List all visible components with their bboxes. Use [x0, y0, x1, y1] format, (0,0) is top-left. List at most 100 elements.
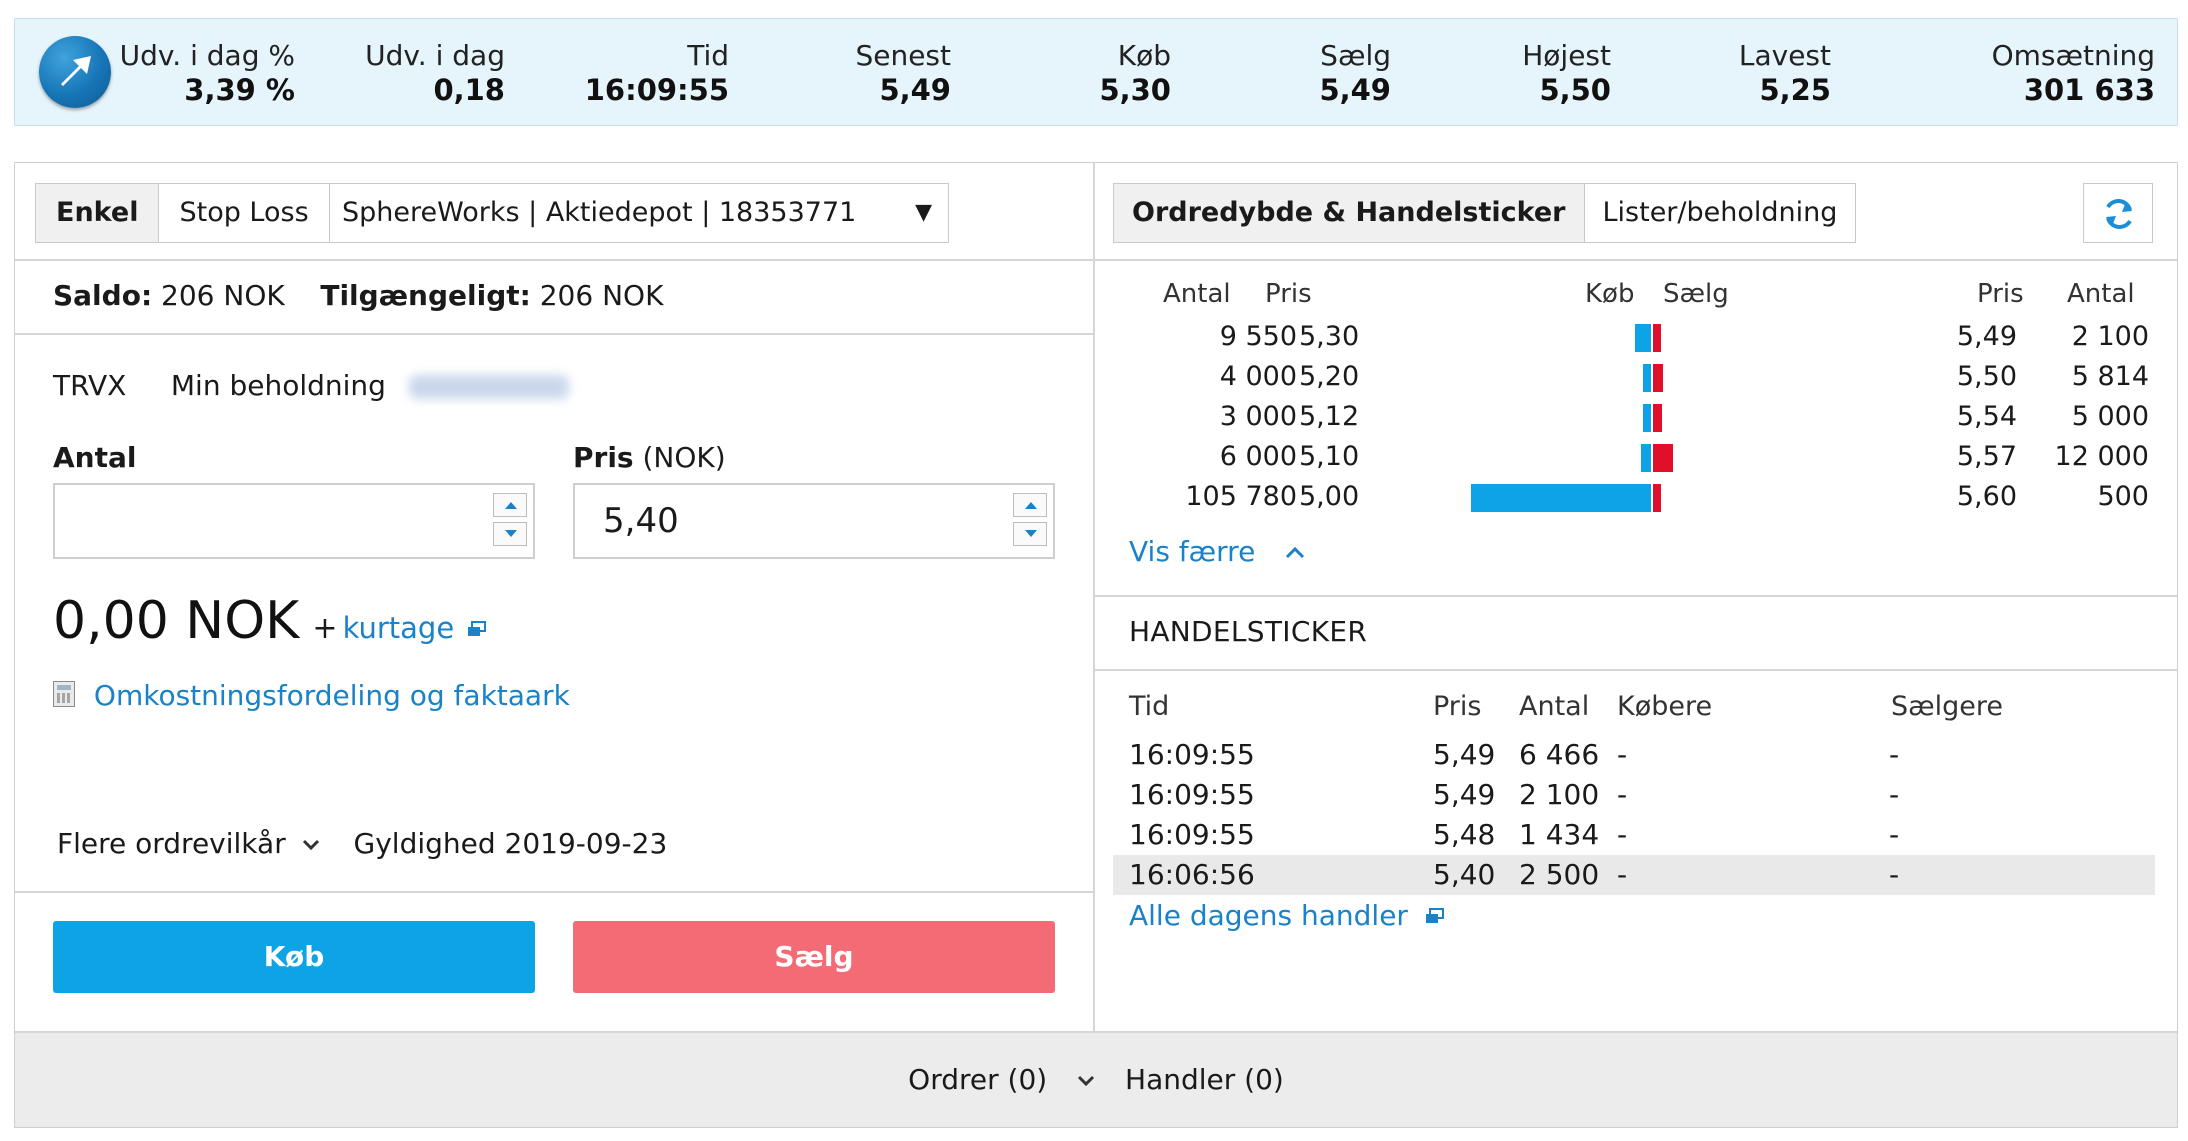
turnover-value: 301 633	[2023, 73, 2155, 107]
last-value: 5,49	[879, 73, 951, 107]
depth-ask-bar	[1653, 404, 1662, 432]
trade-cell-pris: 5,49	[1433, 738, 1496, 771]
caret-down-icon: ▼	[915, 200, 932, 225]
price-decrement-button[interactable]	[1013, 522, 1047, 546]
order-terms-line: Flere ordrevilkår Gyldighed 2019-09-23	[57, 827, 667, 860]
depth-ask-bar	[1653, 364, 1663, 392]
depth-bid-bar	[1635, 324, 1651, 352]
depth-bid-price: 5,20	[1299, 361, 1360, 392]
balance-label: Saldo:	[53, 279, 153, 312]
divider	[1095, 595, 2177, 597]
chevron-down-icon[interactable]	[295, 827, 321, 860]
show-less-link[interactable]: Vis færre	[1129, 535, 1255, 568]
quantity-increment-button[interactable]	[493, 493, 527, 517]
trade-cell-tid: 16:09:55	[1129, 778, 1255, 811]
ask-value: 5,49	[1319, 73, 1391, 107]
tab-lists-holdings[interactable]: Lister/beholdning	[1585, 184, 1856, 242]
time-value: 16:09:55	[584, 73, 729, 107]
cost-info-line: Omkostningsfordeling og faktaark	[53, 679, 570, 712]
depth-bid-price: 5,12	[1299, 401, 1360, 432]
price-input[interactable]: 5,40	[573, 483, 1055, 559]
quantity-input[interactable]	[53, 483, 535, 559]
depth-bid-qty: 6 000	[1219, 441, 1297, 472]
low-label: Lavest	[1738, 39, 1831, 72]
change-label: Udv. i dag	[365, 39, 505, 72]
trading-panel: Enkel Stop Loss SphereWorks | Aktiedepot…	[14, 162, 2178, 1128]
price-increment-button[interactable]	[1013, 493, 1047, 517]
quantity-decrement-button[interactable]	[493, 522, 527, 546]
symbol-line: TRVX Min beholdning	[53, 369, 569, 402]
trade-cell-tid: 16:09:55	[1129, 738, 1255, 771]
high-value: 5,50	[1539, 73, 1611, 107]
bid-stat: Køb 5,30	[995, 39, 1171, 107]
depth-bid-bar	[1643, 404, 1651, 432]
depth-bid-bar	[1641, 444, 1651, 472]
available-value: 206 NOK	[539, 279, 664, 312]
trade-cell-saelgere: -	[1889, 738, 1900, 771]
tab-stop-loss[interactable]: Stop Loss	[159, 184, 328, 242]
trade-cell-kobere: -	[1617, 858, 1628, 891]
divider	[15, 259, 1093, 261]
trades-header-buyers: Købere	[1617, 691, 1713, 722]
chevron-down-icon[interactable]	[1056, 1063, 1116, 1096]
divider	[1095, 669, 2177, 671]
price-label: Pris	[573, 441, 634, 474]
column-divider	[1093, 163, 1095, 1031]
high-label: Højest	[1522, 39, 1611, 72]
depth-bid-price: 5,00	[1299, 481, 1360, 512]
depth-header-price-ask: Pris	[1977, 279, 2024, 309]
bid-label: Køb	[1117, 39, 1171, 72]
price-label-line: Pris (NOK)	[573, 441, 726, 474]
sell-button[interactable]: Sælg	[573, 921, 1055, 993]
cost-breakdown-link[interactable]: Omkostningsfordeling og faktaark	[94, 679, 570, 712]
quote-bar: Udv. i dag % 3,39 % Udv. i dag 0,18 Tid …	[14, 18, 2178, 126]
account-select[interactable]: SphereWorks | Aktiedepot | 18353771 ▼	[329, 183, 949, 243]
low-stat: Lavest 5,25	[1655, 39, 1831, 107]
depth-ask-qty: 500	[2097, 481, 2149, 512]
depth-ask-qty: 12 000	[2054, 441, 2149, 472]
refresh-button[interactable]	[2083, 183, 2153, 243]
depth-bid-bar	[1471, 484, 1651, 512]
chevron-up-icon[interactable]	[1264, 535, 1306, 568]
symbol: TRVX	[53, 369, 127, 402]
change-stat: Udv. i dag 0,18	[325, 39, 505, 107]
buy-button[interactable]: Køb	[53, 921, 535, 993]
time-stat: Tid 16:09:55	[535, 39, 729, 107]
trades-header-sellers: Sælgere	[1891, 691, 2004, 722]
calculator-icon	[53, 681, 75, 707]
depth-ask-price: 5,57	[1956, 441, 2017, 472]
holding-label: Min beholdning	[170, 369, 386, 402]
order-total-value: 0,00 NOK	[53, 591, 300, 651]
low-value: 5,25	[1759, 73, 1831, 107]
trade-ticker-title: HANDELSTICKER	[1129, 615, 1368, 648]
depth-ask-qty: 5 000	[2071, 401, 2149, 432]
depth-header-sell: Sælg	[1663, 279, 1729, 309]
trade-cell-kobere: -	[1617, 738, 1628, 771]
depth-bid-qty: 4 000	[1219, 361, 1297, 392]
orders-toggle[interactable]: Ordrer (0)	[908, 1063, 1047, 1096]
available-label: Tilgængeligt:	[320, 279, 531, 312]
trades-toggle[interactable]: Handler (0)	[1125, 1063, 1284, 1096]
depth-ask-bar	[1653, 484, 1661, 512]
depth-tabs: Ordredybde & Handelsticker Lister/behold…	[1113, 183, 1857, 243]
show-less-toggle[interactable]: Vis færre	[1129, 535, 1306, 568]
depth-bid-qty: 105 780	[1185, 481, 1297, 512]
depth-bid-qty: 9 550	[1219, 321, 1297, 352]
depth-ask-price: 5,54	[1956, 401, 2017, 432]
depth-ask-price: 5,50	[1956, 361, 2017, 392]
trade-cell-saelgere: -	[1889, 778, 1900, 811]
all-trades-link[interactable]: Alle dagens handler	[1129, 899, 1408, 932]
bid-value: 5,30	[1099, 73, 1171, 107]
quantity-stepper	[493, 493, 527, 551]
ask-label: Sælg	[1320, 39, 1391, 72]
brokerage-link[interactable]: kurtage	[343, 611, 455, 645]
all-trades-line: Alle dagens handler	[1129, 899, 1445, 932]
tab-order-depth[interactable]: Ordredybde & Handelsticker	[1114, 184, 1585, 242]
trade-row: 16:09:55 5,49 2 100- -	[1113, 775, 2155, 815]
tab-simple[interactable]: Enkel	[36, 184, 160, 242]
trades-header-price: Pris	[1433, 691, 1482, 722]
more-terms-toggle[interactable]: Flere ordrevilkår	[57, 827, 286, 860]
trade-cell-antal: 2 100	[1519, 778, 1600, 811]
order-total: 0,00 NOK + kurtage	[53, 591, 487, 651]
last-label: Senest	[855, 39, 951, 72]
